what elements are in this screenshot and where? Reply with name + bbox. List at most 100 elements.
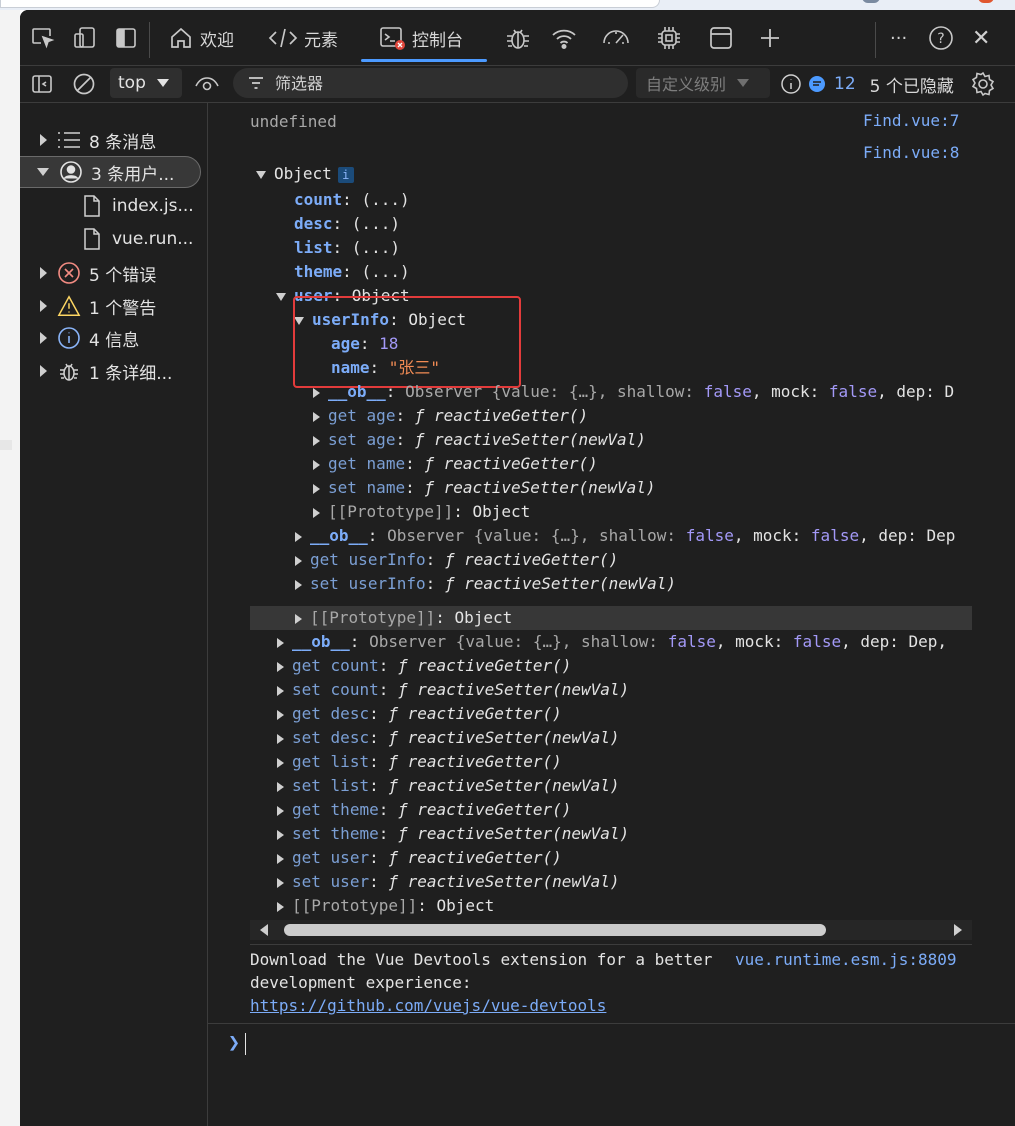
accessor-get-user[interactable]: get user: ƒ reactiveGetter(): [277, 846, 562, 870]
bool-value: false: [792, 632, 842, 651]
object-prop-list[interactable]: list: (...): [294, 236, 400, 260]
accessor-set-age[interactable]: set age: ƒ reactiveSetter(newVal): [313, 428, 646, 452]
horizontal-scrollbar[interactable]: [250, 920, 972, 940]
dock-side-button[interactable]: [114, 21, 138, 55]
accessor-kind: get: [328, 406, 357, 425]
collapse-arrow-icon: [313, 387, 320, 398]
context-selector[interactable]: top: [110, 68, 182, 98]
accessor-get-list[interactable]: get list: ƒ reactiveGetter(): [277, 750, 562, 774]
collapse-arrow-icon: [295, 579, 302, 590]
object-prop-count[interactable]: count: (...): [294, 188, 410, 212]
observer-text: D: [944, 382, 955, 401]
tab-performance[interactable]: [600, 21, 632, 55]
prototype-row-root[interactable]: [[Prototype]]: Object: [277, 894, 494, 918]
sidebar-item-messages[interactable]: 8 条消息: [20, 124, 207, 156]
log-levels-dropdown[interactable]: 自定义级别: [636, 68, 770, 98]
accessor-set-name[interactable]: set name: ƒ reactiveSetter(newVal): [313, 476, 656, 500]
object-root-row[interactable]: Object i: [256, 162, 354, 186]
toggle-sidebar-button[interactable]: [30, 72, 54, 100]
devtools-main-toolbar: 欢迎 元素 控制台 ··· ? ✕: [20, 10, 1015, 66]
device-emulation-button[interactable]: [72, 21, 98, 55]
accessor-fn: reactiveSetter(newVal): [464, 574, 677, 593]
source-link-find-vue-8[interactable]: Find.vue:8: [863, 143, 959, 162]
sidebar-item-info[interactable]: 4 信息: [20, 322, 207, 354]
accessor-set-list[interactable]: set list: ƒ reactiveSetter(newVal): [277, 774, 620, 798]
collapse-arrow-icon: [295, 531, 302, 542]
tab-application[interactable]: [708, 21, 734, 55]
object-prop-desc[interactable]: desc: (...): [294, 212, 400, 236]
page-left-edge: [0, 10, 20, 1126]
prototype-row-userinfo[interactable]: [[Prototype]]: Object: [313, 500, 530, 524]
inspect-icon: [32, 28, 55, 49]
source-link-vue-runtime[interactable]: vue.runtime.esm.js:8809: [735, 950, 957, 969]
prop-value: Object: [472, 502, 531, 521]
more-tools-button[interactable]: ···: [890, 21, 907, 55]
observer-text: Dep,: [908, 632, 948, 651]
chip-icon: [658, 27, 680, 49]
console-input-caret[interactable]: [245, 1033, 246, 1055]
tab-network[interactable]: [550, 21, 578, 55]
vue-devtools-link[interactable]: https://github.com/vuejs/vue-devtools: [250, 996, 606, 1015]
accessor-name: count: [330, 656, 379, 675]
console-settings-button[interactable]: [970, 71, 996, 101]
scroll-left-arrow-icon[interactable]: [260, 924, 268, 936]
accessor-name: userInfo: [348, 574, 426, 593]
profile-avatar-edge: [862, 0, 880, 3]
accessor-get-desc[interactable]: get desc: ƒ reactiveGetter(): [277, 702, 562, 726]
filter-input[interactable]: [273, 72, 607, 94]
accessor-set-count[interactable]: set count: ƒ reactiveSetter(newVal): [277, 678, 629, 702]
inspect-element-button[interactable]: [30, 21, 56, 55]
accessor-set-theme[interactable]: set theme: ƒ reactiveSetter(newVal): [277, 822, 629, 846]
sidebar-item-verbose[interactable]: 1 条详细...: [20, 355, 207, 387]
object-prop-theme[interactable]: theme: (...): [294, 260, 410, 284]
collapse-arrow-icon: [277, 661, 284, 672]
help-button[interactable]: ?: [928, 21, 954, 55]
accessor-get-theme[interactable]: get theme: ƒ reactiveGetter(): [277, 798, 571, 822]
more-icon: ···: [890, 27, 908, 49]
sidebar-item-warnings[interactable]: 1 个警告: [20, 290, 207, 322]
scroll-right-arrow-icon[interactable]: [954, 924, 962, 936]
source-link-find-vue-7[interactable]: Find.vue:7: [863, 111, 959, 130]
collapse-arrow-icon: [40, 267, 47, 279]
collapse-arrow-icon: [313, 435, 320, 446]
accessor-get-count[interactable]: get count: ƒ reactiveGetter(): [277, 654, 571, 678]
accessor-get-name[interactable]: get name: ƒ reactiveGetter(): [313, 452, 598, 476]
observer-text: , mock:: [733, 526, 811, 545]
tab-console[interactable]: 控制台: [378, 21, 463, 55]
issues-counter[interactable]: 12 5 个已隐藏: [780, 70, 954, 98]
accessor-set-user[interactable]: set user: ƒ reactiveSetter(newVal): [277, 870, 620, 894]
accessor-get-age[interactable]: get age: ƒ reactiveGetter(): [313, 404, 588, 428]
accessor-get-userinfo[interactable]: get userInfo: ƒ reactiveGetter(): [295, 548, 618, 572]
clear-console-button[interactable]: [72, 72, 96, 100]
tab-welcome[interactable]: 欢迎: [168, 21, 234, 55]
device-icon: [74, 27, 95, 48]
accessor-name: user: [330, 872, 370, 891]
live-expression-button[interactable]: [194, 73, 220, 99]
tab-memory[interactable]: [655, 21, 683, 55]
file-icon: [80, 227, 104, 251]
close-devtools-button[interactable]: ✕: [972, 21, 990, 55]
observer-row-userinfo[interactable]: __ob__: Observer {value: {…}, shallow: f…: [313, 380, 954, 404]
observer-row-root[interactable]: __ob__: Observer {value: {…}, shallow: f…: [277, 630, 947, 654]
accessor-kind: set: [292, 824, 321, 843]
observer-text: Observer {value: {…}, shallow:: [405, 382, 704, 401]
tab-sources[interactable]: [504, 21, 532, 55]
tab-elements[interactable]: 元素: [268, 21, 338, 55]
user-icon: [59, 160, 83, 184]
collapse-arrow-icon: [40, 300, 47, 312]
sidebar-item-user-messages[interactable]: 3 条用户...: [20, 156, 201, 188]
sidebar-item-index-js[interactable]: index.js...: [20, 190, 207, 222]
expand-arrow-icon: [37, 168, 49, 176]
info-icon: [57, 326, 81, 350]
scrollbar-thumb[interactable]: [284, 924, 826, 936]
observer-row-user[interactable]: __ob__: Observer {value: {…}, shallow: f…: [295, 524, 955, 548]
collapse-arrow-icon: [40, 332, 47, 344]
add-tab-button[interactable]: [758, 21, 782, 55]
prototype-row-user[interactable]: [[Prototype]]: Object: [295, 606, 512, 630]
bool-value: false: [703, 382, 752, 401]
sidebar-item-vue-runtime[interactable]: vue.run...: [20, 223, 207, 255]
filter-box[interactable]: [233, 68, 628, 98]
sidebar-item-errors[interactable]: 5 个错误: [20, 257, 207, 289]
accessor-set-userinfo[interactable]: set userInfo: ƒ reactiveSetter(newVal): [295, 572, 676, 596]
accessor-set-desc[interactable]: set desc: ƒ reactiveSetter(newVal): [277, 726, 620, 750]
